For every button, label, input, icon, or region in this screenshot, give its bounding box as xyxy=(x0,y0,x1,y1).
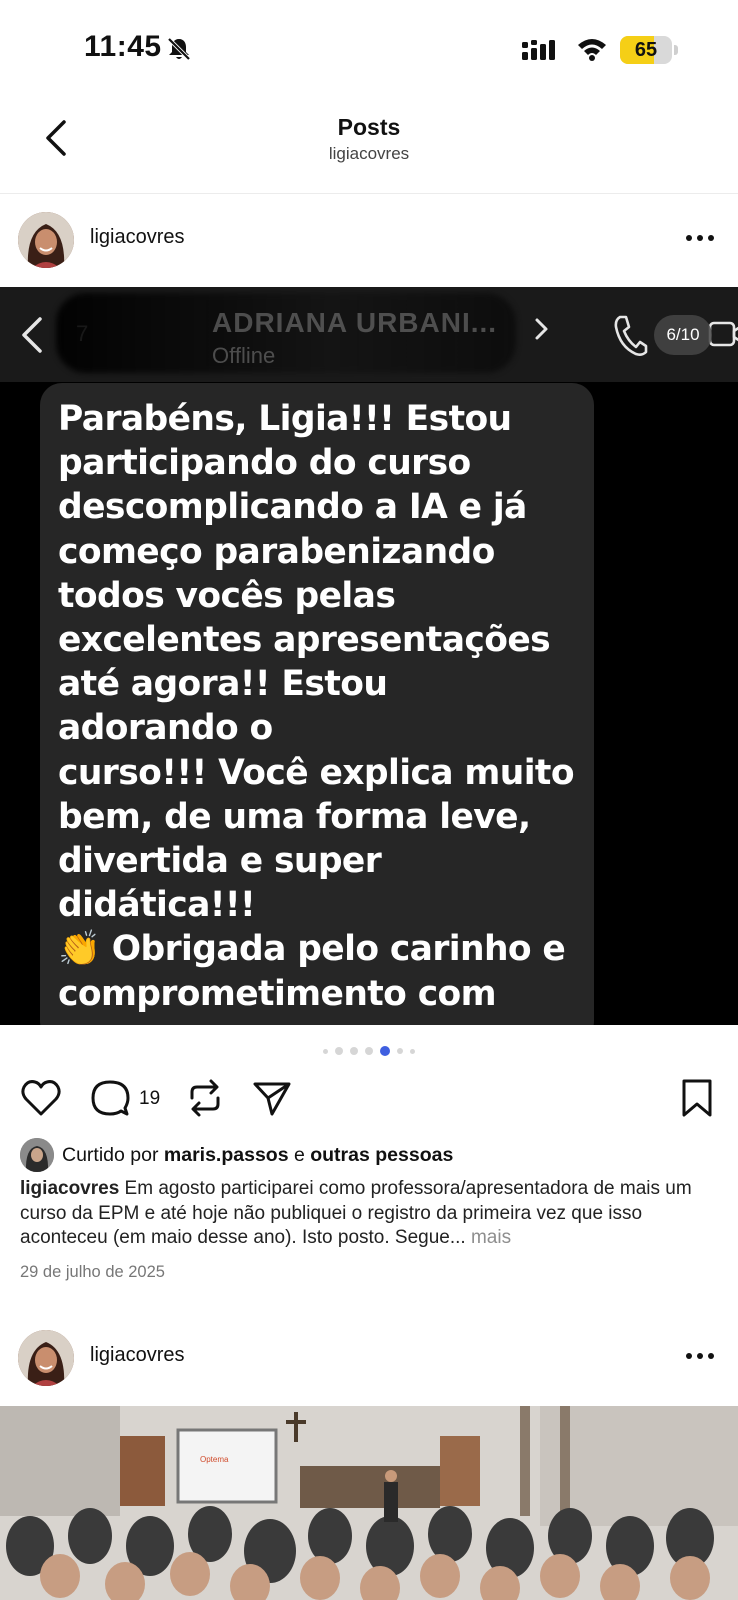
nav-header: Posts ligiacovres xyxy=(0,100,738,194)
bell-slash-icon xyxy=(167,37,191,61)
chat-message-text: Parabéns, Ligia!!! Estou participando do … xyxy=(58,397,578,1025)
phone-icon xyxy=(614,315,648,356)
chevron-right-icon xyxy=(535,318,548,340)
caption-username[interactable]: ligiacovres xyxy=(20,1178,119,1199)
status-bar: 11:45 65 xyxy=(0,0,738,100)
post-header-2: ligiacovres xyxy=(0,1314,738,1404)
chat-message-line: curso!!! Você explica muito xyxy=(58,752,575,793)
chat-message-line: participando do curso xyxy=(58,443,471,484)
post-photo-auditorium[interactable]: Optema xyxy=(0,1406,738,1600)
battery-tip xyxy=(674,45,678,55)
video-icon xyxy=(708,321,738,347)
chat-message-line: começo parabenizando xyxy=(58,531,495,572)
slide-label: Optema xyxy=(200,1455,229,1464)
share-icon[interactable] xyxy=(252,1078,292,1118)
more-icon[interactable] xyxy=(684,232,716,244)
chat-message-line: até agora!! Estou adorando o xyxy=(58,664,388,749)
carousel-page-counter: 6/10 xyxy=(654,315,712,355)
carousel-dot xyxy=(323,1048,328,1054)
chat-contact-name: ADRIANA URBANI... xyxy=(212,307,498,338)
carousel-dot xyxy=(335,1047,343,1055)
likes-conj: e xyxy=(288,1144,311,1166)
liker-avatar xyxy=(20,1138,54,1172)
heart-icon[interactable] xyxy=(20,1078,62,1118)
likes-others[interactable]: outras pessoas xyxy=(310,1144,453,1166)
chat-message-line: comprometimento com que xyxy=(58,973,497,1025)
page-title: Posts xyxy=(337,114,401,140)
battery-indicator: 65 xyxy=(620,36,672,64)
bookmark-icon[interactable] xyxy=(680,1078,714,1118)
post-carousel-image[interactable]: 7 ADRIANA URBANI... Offline 6/10 Parabén… xyxy=(0,287,738,1025)
carousel-dot xyxy=(410,1048,415,1054)
likes-prefix: Curtido por xyxy=(62,1144,164,1166)
chat-contact-status: Offline xyxy=(212,343,276,368)
comment-count[interactable]: 19 xyxy=(139,1088,160,1110)
chat-message-line: todos vocês pelas xyxy=(58,575,396,616)
chat-message-line: bem, de uma forma leve, xyxy=(58,796,531,837)
chat-message-line: excelentes apresentações xyxy=(58,620,551,661)
post-username[interactable]: ligiacovres xyxy=(90,226,184,249)
chat-message-line: Parabéns, Ligia!!! Estou xyxy=(58,399,512,439)
carousel-dots xyxy=(0,1044,738,1058)
post-header: ligiacovres xyxy=(0,196,738,286)
chat-screenshot-header: 7 ADRIANA URBANI... Offline 6/10 xyxy=(0,287,738,382)
battery-percent: 65 xyxy=(634,39,658,61)
post-username[interactable]: ligiacovres xyxy=(90,1344,184,1367)
post-date: 29 de julho de 2025 xyxy=(20,1263,165,1281)
status-time: 11:45 xyxy=(84,30,162,63)
page-subtitle: ligiacovres xyxy=(328,144,410,163)
likes-text: Curtido por maris.passos e outras pessoa… xyxy=(62,1144,453,1167)
avatar[interactable] xyxy=(18,212,74,268)
repost-icon[interactable] xyxy=(186,1078,224,1118)
chat-message-line: divertida e super didática!!! xyxy=(58,841,382,926)
avatar[interactable] xyxy=(18,1330,74,1386)
chat-message-bubble: Parabéns, Ligia!!! Estou participando do … xyxy=(40,383,594,1025)
carousel-dot xyxy=(365,1047,373,1055)
comment-icon[interactable] xyxy=(90,1078,130,1118)
carousel-dot xyxy=(350,1047,358,1055)
caption-more-link[interactable]: mais xyxy=(466,1227,511,1248)
carousel-dot xyxy=(397,1048,403,1054)
chat-back-icon xyxy=(22,317,42,353)
post-action-bar: 19 xyxy=(0,1074,738,1124)
liker-username[interactable]: maris.passos xyxy=(164,1144,289,1166)
carousel-dot-active xyxy=(380,1046,390,1056)
chat-message-line: 👏 Obrigada pelo carinho e xyxy=(58,929,566,970)
caption-text: Em agosto participarei como professora/a… xyxy=(20,1178,692,1248)
chat-message-line: descomplicando a IA e já xyxy=(58,487,527,528)
signal-icon xyxy=(522,40,555,60)
post-caption: ligiacovres Em agosto participarei como … xyxy=(20,1177,720,1251)
wifi-icon xyxy=(578,39,606,61)
more-icon[interactable] xyxy=(684,1350,716,1362)
